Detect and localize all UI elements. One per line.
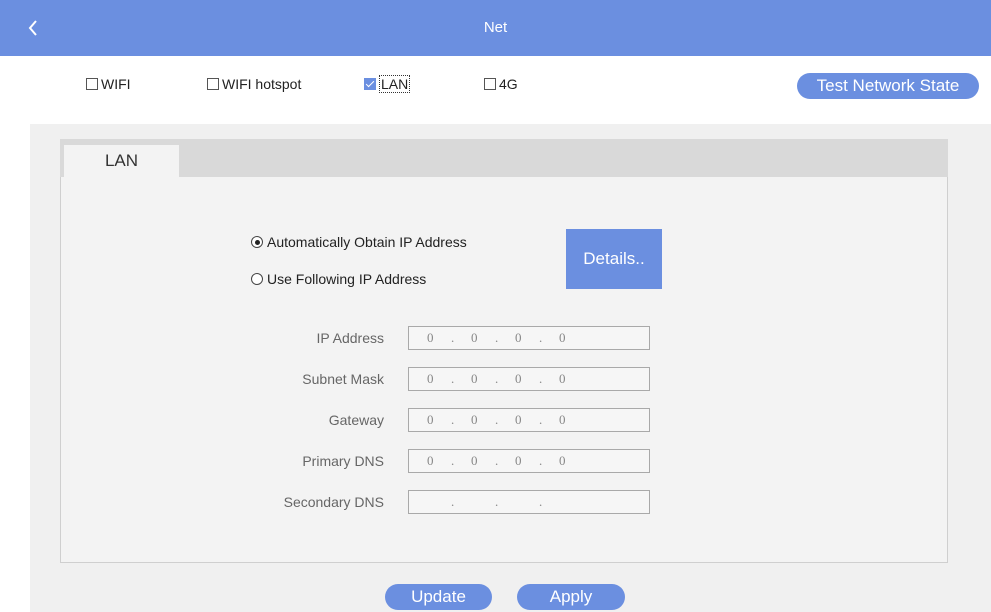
checkbox-lan[interactable]	[364, 78, 376, 90]
subnet-mask-input[interactable]: 0 . 0 . 0 . 0	[408, 367, 650, 391]
network-option-label: LAN	[379, 75, 411, 93]
ip-dot: .	[539, 412, 543, 427]
network-option-label: WIFI	[101, 76, 131, 92]
ip-octet: 0	[559, 412, 566, 427]
ip-dot: .	[495, 330, 499, 345]
network-option-label: 4G	[499, 76, 518, 92]
ip-octet: 0	[515, 371, 522, 386]
ip-dot: .	[451, 371, 455, 386]
tab-lan[interactable]: LAN	[64, 145, 179, 177]
ip-octet: 0	[559, 453, 566, 468]
field-label-ip-address: IP Address	[316, 330, 384, 346]
secondary-dns-input[interactable]: . . .	[408, 490, 650, 514]
ip-octet: 0	[515, 453, 522, 468]
title-bar: Net	[0, 0, 991, 56]
ip-octet: 0	[471, 330, 478, 345]
field-label-primary-dns: Primary DNS	[302, 453, 384, 469]
radio-label: Use Following IP Address	[267, 271, 427, 287]
ip-octet: 0	[515, 412, 522, 427]
network-option-lan[interactable]: LAN	[364, 74, 411, 94]
ip-dot: .	[539, 453, 543, 468]
checkbox-wifi[interactable]	[86, 78, 98, 90]
ip-dot: .	[539, 330, 543, 345]
ip-octet: 0	[427, 412, 434, 427]
test-network-state-button[interactable]: Test Network State	[797, 73, 979, 99]
ip-dot: .	[495, 412, 499, 427]
radio-manual-ip[interactable]: Use Following IP Address	[251, 269, 426, 289]
ip-dot: .	[495, 494, 499, 509]
ip-dot: .	[495, 371, 499, 386]
ip-octet: 0	[471, 412, 478, 427]
page-title: Net	[483, 19, 508, 36]
ip-dot: .	[539, 494, 543, 509]
ip-dot: .	[451, 453, 455, 468]
gateway-input[interactable]: 0 . 0 . 0 . 0	[408, 408, 650, 432]
network-option-wifi-hotspot[interactable]: WIFI hotspot	[207, 74, 301, 94]
field-label-subnet-mask: Subnet Mask	[302, 371, 384, 387]
ip-dot: .	[451, 412, 455, 427]
radio-auto-ip[interactable]: Automatically Obtain IP Address	[251, 232, 467, 252]
apply-button[interactable]: Apply	[517, 584, 625, 610]
network-option-wifi[interactable]: WIFI	[86, 74, 131, 94]
field-label-gateway: Gateway	[328, 412, 384, 428]
primary-dns-input[interactable]: 0 . 0 . 0 . 0	[408, 449, 650, 473]
ip-octet: 0	[427, 371, 434, 386]
details-button[interactable]: Details..	[566, 229, 662, 289]
network-option-label: WIFI hotspot	[222, 76, 302, 92]
ip-octet: 0	[471, 453, 478, 468]
ip-dot: .	[495, 453, 499, 468]
ip-octet: 0	[427, 453, 434, 468]
ip-address-input[interactable]: 0 . 0 . 0 . 0	[408, 326, 650, 350]
update-button[interactable]: Update	[385, 584, 492, 610]
radio-button-selected[interactable]	[251, 236, 263, 248]
field-label-secondary-dns: Secondary DNS	[283, 494, 384, 510]
checkbox-wifi-hotspot[interactable]	[207, 78, 219, 90]
radio-label: Automatically Obtain IP Address	[267, 234, 467, 250]
ip-octet: 0	[559, 371, 566, 386]
ip-dot: .	[451, 494, 455, 509]
tab-strip	[60, 139, 948, 177]
ip-octet: 0	[427, 330, 434, 345]
checkbox-4g[interactable]	[484, 78, 496, 90]
ip-dot: .	[451, 330, 455, 345]
ip-dot: .	[539, 371, 543, 386]
ip-octet: 0	[471, 371, 478, 386]
radio-button[interactable]	[251, 273, 263, 285]
ip-octet: 0	[559, 330, 566, 345]
network-option-4g[interactable]: 4G	[484, 74, 518, 94]
ip-octet: 0	[515, 330, 522, 345]
